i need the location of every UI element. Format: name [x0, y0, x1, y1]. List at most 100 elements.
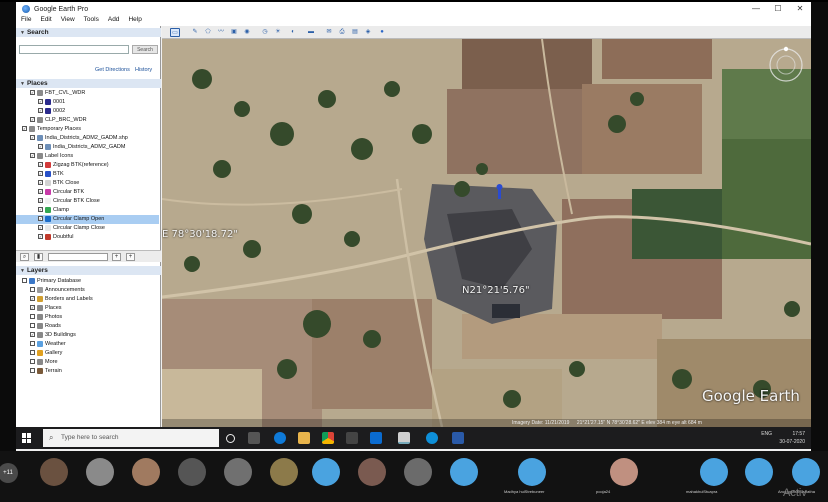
visibility-checkbox[interactable]: ✓	[38, 171, 43, 177]
participant-avatar[interactable]	[132, 458, 160, 486]
edge-icon[interactable]	[274, 432, 286, 444]
search-input[interactable]	[19, 45, 129, 54]
panel-toggle-icon[interactable]: ▮	[34, 253, 43, 261]
places-item[interactable]: ✓ Doubtful	[16, 233, 159, 242]
visibility-checkbox[interactable]: ✓	[38, 216, 43, 222]
app-icon[interactable]	[346, 432, 358, 444]
layers-item[interactable]: ✓ Places	[16, 304, 159, 313]
participant-avatar[interactable]	[518, 458, 546, 486]
taskbar-search-input[interactable]: ⌕ Type here to search	[43, 429, 219, 447]
overlay-tool-icon[interactable]: ▣	[229, 28, 239, 37]
visibility-checkbox[interactable]: ✓	[30, 135, 35, 141]
participant-avatar[interactable]	[86, 458, 114, 486]
places-item[interactable]: ✓ India_Districts_ADM2_GADM.shp	[16, 134, 159, 143]
layer-checkbox[interactable]	[30, 368, 35, 374]
visibility-checkbox[interactable]: ✓	[30, 153, 35, 159]
layer-checkbox[interactable]	[30, 323, 35, 329]
visibility-checkbox[interactable]: ✓	[38, 189, 43, 195]
participant-avatar[interactable]	[40, 458, 68, 486]
planets-icon[interactable]: ◐	[288, 28, 298, 37]
layer-checkbox[interactable]	[30, 287, 35, 293]
menu-help[interactable]: Help	[128, 16, 141, 26]
menu-view[interactable]: View	[61, 16, 75, 26]
layer-checkbox[interactable]	[30, 314, 35, 320]
participant-avatar[interactable]	[404, 458, 432, 486]
places-item[interactable]: ✓ Circular Clamp Close	[16, 224, 159, 233]
sidebar-toggle-icon[interactable]: ▭	[170, 28, 180, 37]
places-item[interactable]: ✓ 0002	[16, 107, 159, 116]
places-item[interactable]: ✓ BTK	[16, 170, 159, 179]
layers-item[interactable]: Terrain	[16, 367, 159, 376]
participant-avatar[interactable]	[178, 458, 206, 486]
system-tray[interactable]: ENG 17:57 30-07-2020	[761, 430, 805, 446]
menu-edit[interactable]: Edit	[40, 16, 51, 26]
chrome-icon[interactable]	[322, 432, 334, 444]
move-up-icon[interactable]: +	[112, 253, 121, 261]
places-item[interactable]: ✓ Zigzag BTK(reference)	[16, 161, 159, 170]
placemark-tool-icon[interactable]: ✎	[190, 28, 200, 37]
places-item[interactable]: ✓ Circular BTK	[16, 188, 159, 197]
earth-view-icon[interactable]: ●	[377, 28, 387, 37]
path-tool-icon[interactable]: 〰	[216, 28, 226, 37]
layer-checkbox[interactable]	[30, 350, 35, 356]
search-places-icon[interactable]: ⌕	[20, 253, 29, 261]
visibility-checkbox[interactable]: ✓	[38, 180, 43, 186]
maximize-button[interactable]: ☐	[767, 2, 789, 16]
mail-icon[interactable]	[370, 432, 382, 444]
layer-checkbox[interactable]: ✓	[30, 305, 35, 311]
layers-item[interactable]: Photos	[16, 313, 159, 322]
minimize-button[interactable]: —	[745, 2, 767, 16]
places-filter-input[interactable]	[48, 253, 108, 261]
participant-avatar[interactable]	[358, 458, 386, 486]
participant-avatar[interactable]	[745, 458, 773, 486]
places-item[interactable]: ✓ FBT_CVL_WDR	[16, 89, 159, 98]
participant-avatar[interactable]	[450, 458, 478, 486]
places-item[interactable]: ✓ Clamp	[16, 206, 159, 215]
google-earth-taskbar-icon[interactable]	[398, 432, 410, 444]
visibility-checkbox[interactable]: ✓	[30, 90, 35, 96]
participant-avatar[interactable]	[700, 458, 728, 486]
layer-checkbox[interactable]	[30, 341, 35, 347]
layers-item[interactable]: Weather	[16, 340, 159, 349]
skype-icon[interactable]	[426, 432, 438, 444]
history-link[interactable]: History	[135, 67, 152, 73]
more-participants-button[interactable]: +11	[0, 463, 18, 483]
places-item[interactable]: ✓ Temporary Places	[16, 125, 159, 134]
menu-add[interactable]: Add	[108, 16, 120, 26]
places-panel-header[interactable]: ▼ Places	[16, 79, 161, 88]
places-item[interactable]: ✓ CLP_BRC_WDR	[16, 116, 159, 125]
task-view-icon[interactable]	[248, 432, 260, 444]
windows-start-icon[interactable]	[22, 433, 32, 443]
layer-checkbox[interactable]: ✓	[30, 296, 35, 302]
menu-file[interactable]: File	[21, 16, 31, 26]
visibility-checkbox[interactable]: ✓	[38, 162, 43, 168]
satellite-map-view[interactable]: E 78°30'18.72" N21°21'5.76" Google Earth…	[162, 39, 811, 427]
places-item[interactable]: ✓ India_Districts_ADM2_GADM	[16, 143, 159, 152]
visibility-checkbox[interactable]: ✓	[38, 198, 43, 204]
layer-checkbox[interactable]	[30, 359, 35, 365]
ruler-icon[interactable]: ▬	[306, 28, 316, 37]
visibility-checkbox[interactable]: ✓	[38, 144, 43, 150]
layers-item[interactable]: Roads	[16, 322, 159, 331]
visibility-checkbox[interactable]: ✓	[38, 234, 43, 240]
participant-avatar[interactable]	[270, 458, 298, 486]
close-button[interactable]: ✕	[789, 2, 811, 16]
participant-avatar[interactable]	[312, 458, 340, 486]
sunlight-icon[interactable]: ☀	[273, 28, 283, 37]
participant-avatar[interactable]	[610, 458, 638, 486]
layers-item[interactable]: More	[16, 358, 159, 367]
email-icon[interactable]: ✉	[324, 28, 334, 37]
google-maps-icon[interactable]: ◈	[363, 28, 373, 37]
visibility-checkbox[interactable]: ✓	[38, 207, 43, 213]
layers-panel-header[interactable]: ▼ Layers	[16, 266, 161, 275]
places-item[interactable]: ✓ BTK Close	[16, 179, 159, 188]
places-item[interactable]: ✓ Label Icons	[16, 152, 159, 161]
save-image-icon[interactable]: ▤	[350, 28, 360, 37]
visibility-checkbox[interactable]: ✓	[22, 126, 27, 132]
places-item[interactable]: ✓ 0001	[16, 98, 159, 107]
menu-tools[interactable]: Tools	[84, 16, 99, 26]
visibility-checkbox[interactable]: ✓	[38, 225, 43, 231]
move-down-icon[interactable]: +	[126, 253, 135, 261]
layers-item[interactable]: Gallery	[16, 349, 159, 358]
search-button[interactable]: Search	[132, 45, 158, 54]
